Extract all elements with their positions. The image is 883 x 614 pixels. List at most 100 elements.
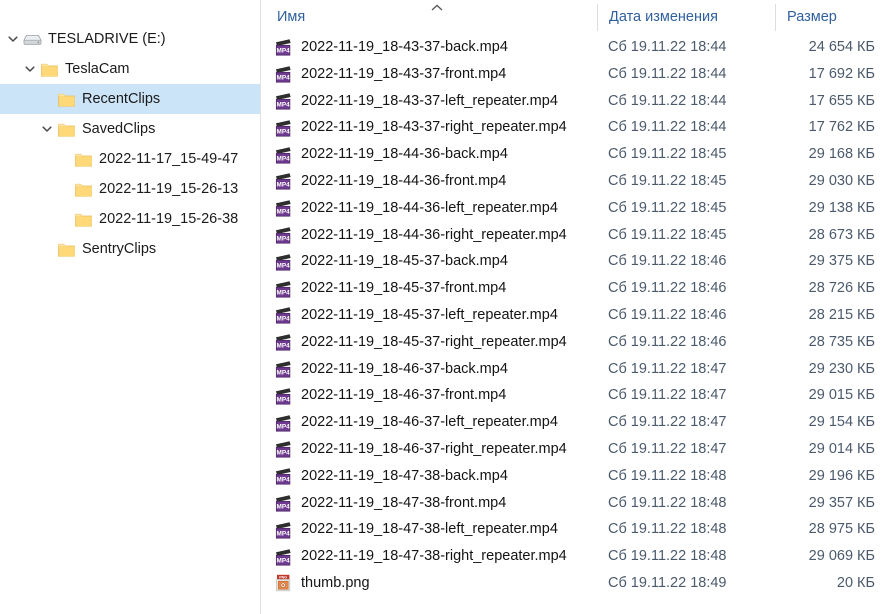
file-name-cell[interactable]: MP4 2022-11-19_18-43-37-back.mp4 bbox=[275, 34, 508, 61]
file-name-cell[interactable]: MP4 2022-11-19_18-45-37-right_repeater.mp… bbox=[275, 329, 567, 356]
table-row[interactable]: MP4 2022-11-19_18-45-37-right_repeater.mp… bbox=[261, 329, 883, 356]
file-size-cell: 17 692 КБ bbox=[808, 65, 875, 82]
column-divider-date-size[interactable] bbox=[775, 4, 776, 31]
file-name-cell[interactable]: MP4 2022-11-19_18-46-37-back.mp4 bbox=[275, 356, 508, 383]
mp4-file-icon: MP4 bbox=[275, 360, 293, 378]
file-size-cell: 29 015 КБ bbox=[808, 387, 875, 404]
file-date-cell: Сб 19.11.22 18:44 bbox=[608, 65, 727, 82]
file-list-rows: MP4 2022-11-19_18-43-37-back.mp4 Сб 19.11.… bbox=[261, 34, 883, 597]
table-row[interactable]: MP4 2022-11-19_18-47-38-back.mp4 Сб 19.11.… bbox=[261, 463, 883, 490]
svg-text:MP4: MP4 bbox=[277, 316, 291, 323]
file-date-cell: Сб 19.11.22 18:46 bbox=[608, 306, 727, 323]
file-name-cell[interactable]: MP4 2022-11-19_18-47-38-front.mp4 bbox=[275, 490, 506, 517]
table-row[interactable]: MP4 2022-11-19_18-45-37-back.mp4 Сб 19.11.… bbox=[261, 248, 883, 275]
tree-item-label: 2022-11-19_15-26-38 bbox=[99, 211, 239, 227]
file-size-cell: 28 215 КБ bbox=[808, 306, 875, 323]
tree-item-tesladrive-e[interactable]: TESLADRIVE (E:) bbox=[0, 24, 261, 54]
table-row[interactable]: MP4 2022-11-19_18-43-37-left_repeater.mp4… bbox=[261, 88, 883, 115]
column-divider-name-date[interactable] bbox=[597, 4, 598, 31]
table-row[interactable]: MP4 2022-11-19_18-43-37-right_repeater.mp… bbox=[261, 114, 883, 141]
chevron-down-icon[interactable] bbox=[4, 24, 22, 54]
file-name-label: 2022-11-19_18-43-37-right_repeater.mp4 bbox=[301, 119, 567, 136]
tree-item-teslacam[interactable]: TeslaCam bbox=[0, 54, 261, 84]
column-header-name[interactable]: Имя bbox=[277, 0, 305, 34]
mp4-file-icon: MP4 bbox=[275, 467, 293, 485]
file-name-cell[interactable]: PNG thumb.png bbox=[275, 570, 370, 597]
file-name-cell[interactable]: MP4 2022-11-19_18-44-36-back.mp4 bbox=[275, 141, 508, 168]
column-header-size[interactable]: Размер bbox=[787, 0, 837, 34]
table-row[interactable]: MP4 2022-11-19_18-46-37-right_repeater.mp… bbox=[261, 436, 883, 463]
file-name-cell[interactable]: MP4 2022-11-19_18-43-37-left_repeater.mp4 bbox=[275, 88, 558, 115]
file-name-cell[interactable]: MP4 2022-11-19_18-44-36-front.mp4 bbox=[275, 168, 506, 195]
file-date-cell: Сб 19.11.22 18:48 bbox=[608, 467, 727, 484]
file-date-cell: Сб 19.11.22 18:46 bbox=[608, 333, 727, 350]
table-row[interactable]: MP4 2022-11-19_18-44-36-front.mp4 Сб 19.11… bbox=[261, 168, 883, 195]
tree-item-recentclips[interactable]: RecentClips bbox=[0, 84, 261, 114]
file-name-cell[interactable]: MP4 2022-11-19_18-45-37-front.mp4 bbox=[275, 275, 506, 302]
table-row[interactable]: MP4 2022-11-19_18-43-37-back.mp4 Сб 19.11.… bbox=[261, 34, 883, 61]
file-date-cell: Сб 19.11.22 18:45 bbox=[608, 146, 727, 163]
file-size-cell: 29 375 КБ bbox=[808, 253, 875, 270]
file-size-cell: 28 673 КБ bbox=[808, 226, 875, 243]
svg-text:MP4: MP4 bbox=[277, 343, 291, 350]
mp4-file-icon: MP4 bbox=[275, 65, 293, 83]
file-size-cell: 28 735 КБ bbox=[808, 333, 875, 350]
file-name-cell[interactable]: MP4 2022-11-19_18-46-37-right_repeater.mp… bbox=[275, 436, 567, 463]
table-row[interactable]: MP4 2022-11-19_18-46-37-front.mp4 Сб 19.11… bbox=[261, 382, 883, 409]
tree-item-sentryclips[interactable]: SentryClips bbox=[0, 234, 261, 264]
chevron-down-icon[interactable] bbox=[38, 114, 56, 144]
file-date-cell: Сб 19.11.22 18:46 bbox=[608, 280, 727, 297]
file-name-cell[interactable]: MP4 2022-11-19_18-46-37-left_repeater.mp4 bbox=[275, 409, 558, 436]
file-name-cell[interactable]: MP4 2022-11-19_18-47-38-back.mp4 bbox=[275, 463, 508, 490]
file-size-cell: 29 196 КБ bbox=[808, 467, 875, 484]
mp4-file-icon: MP4 bbox=[275, 38, 293, 56]
svg-text:MP4: MP4 bbox=[277, 530, 291, 537]
file-name-cell[interactable]: MP4 2022-11-19_18-44-36-right_repeater.mp… bbox=[275, 222, 567, 249]
file-name-cell[interactable]: MP4 2022-11-19_18-43-37-right_repeater.mp… bbox=[275, 114, 567, 141]
table-row[interactable]: MP4 2022-11-19_18-47-38-front.mp4 Сб 19.11… bbox=[261, 490, 883, 517]
tree-item-2022-11-19-15-26-38[interactable]: 2022-11-19_15-26-38 bbox=[0, 204, 261, 234]
file-name-cell[interactable]: MP4 2022-11-19_18-45-37-back.mp4 bbox=[275, 248, 508, 275]
file-name-cell[interactable]: MP4 2022-11-19_18-47-38-left_repeater.mp4 bbox=[275, 516, 558, 543]
mp4-file-icon: MP4 bbox=[275, 386, 293, 405]
tree-item-savedclips[interactable]: SavedClips bbox=[0, 114, 261, 144]
file-name-cell[interactable]: MP4 2022-11-19_18-44-36-left_repeater.mp4 bbox=[275, 195, 558, 222]
file-explorer-window: TESLADRIVE (E:) TeslaCam RecentClips SavedC… bbox=[0, 0, 883, 614]
table-row[interactable]: MP4 2022-11-19_18-46-37-left_repeater.mp4… bbox=[261, 409, 883, 436]
mp4-file-icon: MP4 bbox=[275, 145, 293, 164]
table-row[interactable]: MP4 2022-11-19_18-44-36-back.mp4 Сб 19.11.… bbox=[261, 141, 883, 168]
file-name-label: 2022-11-19_18-44-36-back.mp4 bbox=[301, 146, 508, 163]
chevron-down-icon[interactable] bbox=[21, 54, 39, 84]
chevron-up-icon bbox=[430, 0, 444, 11]
folder-icon bbox=[39, 54, 59, 84]
table-row[interactable]: MP4 2022-11-19_18-47-38-right_repeater.mp… bbox=[261, 543, 883, 570]
file-name-label: thumb.png bbox=[301, 574, 370, 591]
svg-text:MP4: MP4 bbox=[277, 477, 291, 484]
file-name-label: 2022-11-19_18-45-37-back.mp4 bbox=[301, 253, 508, 270]
table-row[interactable]: MP4 2022-11-19_18-45-37-front.mp4 Сб 19.11… bbox=[261, 275, 883, 302]
file-name-cell[interactable]: MP4 2022-11-19_18-47-38-right_repeater.mp… bbox=[275, 543, 567, 570]
tree-item-2022-11-17-15-49-47[interactable]: 2022-11-17_15-49-47 bbox=[0, 144, 261, 174]
tree-item-2022-11-19-15-26-13[interactable]: 2022-11-19_15-26-13 bbox=[0, 174, 261, 204]
file-date-cell: Сб 19.11.22 18:44 bbox=[608, 92, 727, 109]
table-row[interactable]: MP4 2022-11-19_18-44-36-right_repeater.mp… bbox=[261, 222, 883, 249]
column-header-date-modified[interactable]: Дата изменения bbox=[609, 0, 718, 34]
table-row[interactable]: MP4 2022-11-19_18-46-37-back.mp4 Сб 19.11.… bbox=[261, 356, 883, 383]
file-name-cell[interactable]: MP4 2022-11-19_18-46-37-front.mp4 bbox=[275, 382, 506, 409]
file-name-label: 2022-11-19_18-46-37-left_repeater.mp4 bbox=[301, 414, 558, 431]
file-date-cell: Сб 19.11.22 18:49 bbox=[608, 574, 727, 591]
table-row[interactable]: MP4 2022-11-19_18-45-37-left_repeater.mp4… bbox=[261, 302, 883, 329]
file-size-cell: 29 014 КБ bbox=[808, 440, 875, 457]
table-row[interactable]: PNG thumb.png Сб 19.11.22 18:49 20 КБ bbox=[261, 570, 883, 597]
file-name-cell[interactable]: MP4 2022-11-19_18-45-37-left_repeater.mp4 bbox=[275, 302, 558, 329]
table-row[interactable]: MP4 2022-11-19_18-44-36-left_repeater.mp4… bbox=[261, 195, 883, 222]
table-row[interactable]: MP4 2022-11-19_18-43-37-front.mp4 Сб 19.11… bbox=[261, 61, 883, 88]
table-row[interactable]: MP4 2022-11-19_18-47-38-left_repeater.mp4… bbox=[261, 516, 883, 543]
mp4-file-icon: MP4 bbox=[275, 252, 293, 271]
file-name-cell[interactable]: MP4 2022-11-19_18-43-37-front.mp4 bbox=[275, 61, 506, 88]
file-size-cell: 29 138 КБ bbox=[808, 199, 875, 216]
